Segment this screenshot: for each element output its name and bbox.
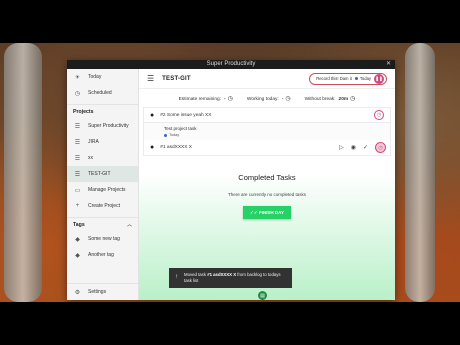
task-title[interactable]: #1 asdXXXX X: [160, 145, 192, 150]
sidebar-item-label: TEST-GIT: [88, 171, 111, 177]
snackbar: ↑ Moved task #1 asdXXXX X from backlog t…: [169, 268, 292, 288]
sidebar-item-label: Some new tag: [88, 236, 120, 242]
finish-day-button[interactable]: ✓✓ FINISH DAY: [243, 206, 291, 219]
no-completed-text: There are currently no completed tasks: [227, 192, 307, 197]
sidebar-item-create-project[interactable]: + Create Project: [67, 198, 138, 214]
subtask-title[interactable]: Test project task: [164, 126, 390, 131]
task-actions: ▷ ◉ ✓ ◷: [339, 142, 386, 153]
working-label: Working today:: [246, 96, 279, 102]
add-task-fab[interactable]: ▤: [258, 291, 267, 300]
sidebar-item-scheduled[interactable]: ◷ Scheduled: [67, 85, 138, 101]
work-stats: Estimate remaining: - ◷ Working today: - ◷ W…: [139, 89, 395, 107]
tag-dot-icon: [164, 133, 167, 137]
list-icon: ☰: [74, 123, 81, 130]
sidebar-item-manage-projects[interactable]: ▭ Manage Projects: [67, 182, 138, 198]
pause-icon[interactable]: ❚❚: [374, 73, 384, 84]
current-task-label: Record this! Dam it: [316, 76, 352, 81]
sidebar-item-today[interactable]: ☀ Today: [67, 69, 138, 85]
sidebar-item-another-tag[interactable]: ◆ Another tag: [67, 247, 138, 263]
main-content: ☰ TEST-GIT Record this! Dam it Today ❚❚ …: [139, 69, 395, 300]
working-value: -: [281, 96, 284, 102]
today-badge-label: Today: [359, 76, 371, 81]
sidebar-item-label: Settings: [88, 289, 107, 295]
break-stat: Without break: 20m ◷: [305, 95, 356, 102]
sidebar-item-label: Today: [88, 74, 102, 80]
sidebar-item-label: xx: [88, 155, 93, 161]
clock-icon: ◷: [227, 95, 233, 102]
window-titlebar: Super Productivity ✕: [67, 60, 395, 69]
tag-dot-icon: [354, 77, 358, 80]
list-icon: ☰: [74, 155, 81, 162]
sidebar-item-label: Super Productivity: [88, 123, 129, 129]
sidebar-item-some-new-tag[interactable]: ◆ Some new tag: [67, 231, 138, 247]
tree-trunk-left: [4, 43, 42, 302]
main-header: ☰ TEST-GIT Record this! Dam it Today ❚❚: [139, 69, 395, 89]
projects-header-label: Projects: [73, 108, 94, 115]
break-label: Without break:: [304, 96, 336, 102]
tag-icon: ◆: [75, 252, 80, 259]
gear-icon: ⚙: [74, 289, 81, 296]
projects-section-header[interactable]: Projects: [67, 104, 138, 118]
current-task-pill[interactable]: Record this! Dam it Today ❚❚: [309, 72, 387, 85]
estimate-stat: Estimate remaining: - ◷: [179, 95, 233, 102]
sidebar-item-label: Another tag: [88, 252, 114, 258]
break-value: 20m: [338, 96, 349, 102]
play-icon[interactable]: ▷: [339, 144, 344, 151]
estimate-label: Estimate remaining:: [178, 96, 221, 102]
task-tag-label: Today: [169, 133, 180, 137]
snackbar-task: #1 asdXXXX X: [207, 272, 237, 278]
add-icon: ▤: [260, 292, 265, 299]
estimate-value: -: [223, 96, 226, 102]
sidebar-item-xx[interactable]: ☰ xx: [67, 150, 138, 166]
window-title: Super Productivity: [206, 61, 256, 67]
record-icon[interactable]: ◉: [351, 144, 356, 151]
clock-icon: ◷: [74, 90, 81, 97]
task-tag: Today: [164, 133, 390, 137]
clock-icon: ◷: [285, 95, 291, 102]
sidebar: ☀ Today ◷ Scheduled Projects ☰ Super Pro…: [67, 69, 139, 300]
today-badge: Today: [354, 76, 371, 81]
list-icon: ☰: [74, 139, 81, 146]
clock-icon: ◷: [350, 95, 356, 102]
task-title[interactable]: #2 Some issue yeah XX: [160, 113, 211, 118]
working-stat: Working today: - ◷: [247, 95, 291, 102]
app-window: Super Productivity ✕ ☀ Today ◷ Scheduled…: [67, 60, 395, 300]
github-icon: ●: [150, 111, 155, 119]
sidebar-item-settings[interactable]: ⚙ Settings: [67, 284, 138, 300]
sidebar-item-super-productivity[interactable]: ☰ Super Productivity: [67, 118, 138, 134]
close-icon[interactable]: ✕: [386, 60, 391, 69]
chevron-up-icon: ︿: [126, 222, 132, 228]
sidebar-item-jira[interactable]: ☰ JIRA: [67, 134, 138, 150]
menu-icon[interactable]: ☰: [147, 74, 154, 83]
finish-day-label: FINISH DAY: [258, 209, 284, 215]
task-row[interactable]: ● #1 asdXXXX X ▷ ◉ ✓ ◷: [143, 140, 391, 156]
timer-icon[interactable]: ◷: [375, 142, 386, 153]
sun-icon: ☀: [74, 74, 81, 81]
tag-icon: ◆: [75, 236, 80, 243]
subtask-row[interactable]: Test project task Today: [143, 123, 391, 140]
github-icon: ●: [150, 144, 155, 151]
sidebar-item-label: JIRA: [88, 139, 99, 145]
snackbar-prefix: Moved task: [184, 272, 206, 278]
list-icon: ☰: [74, 171, 81, 178]
double-check-icon: ✓✓: [250, 209, 258, 215]
tree-trunk-right: [405, 43, 435, 302]
check-icon[interactable]: ✓: [363, 144, 368, 151]
task-row[interactable]: ● #2 Some issue yeah XX ◷: [143, 107, 391, 123]
sidebar-item-label: Scheduled: [88, 90, 112, 96]
snackbar-message: Moved task #1 asdXXXX X from backlog to …: [184, 272, 286, 283]
tags-section-header[interactable]: Tags ︿: [67, 217, 138, 231]
sidebar-item-label: Create Project: [88, 203, 120, 209]
page-title: TEST-GIT: [162, 75, 191, 82]
folder-icon: ▭: [74, 187, 81, 194]
timer-icon[interactable]: ◷: [374, 110, 384, 120]
plus-icon: +: [75, 203, 80, 209]
arrow-up-icon: ↑: [175, 274, 178, 281]
completed-tasks-heading: Completed Tasks: [238, 173, 296, 182]
sidebar-footer: ⚙ Settings: [67, 283, 138, 300]
sidebar-item-label: Manage Projects: [88, 187, 126, 193]
tags-header-label: Tags: [73, 221, 85, 228]
sidebar-item-test-git[interactable]: ☰ TEST-GIT: [67, 166, 138, 182]
